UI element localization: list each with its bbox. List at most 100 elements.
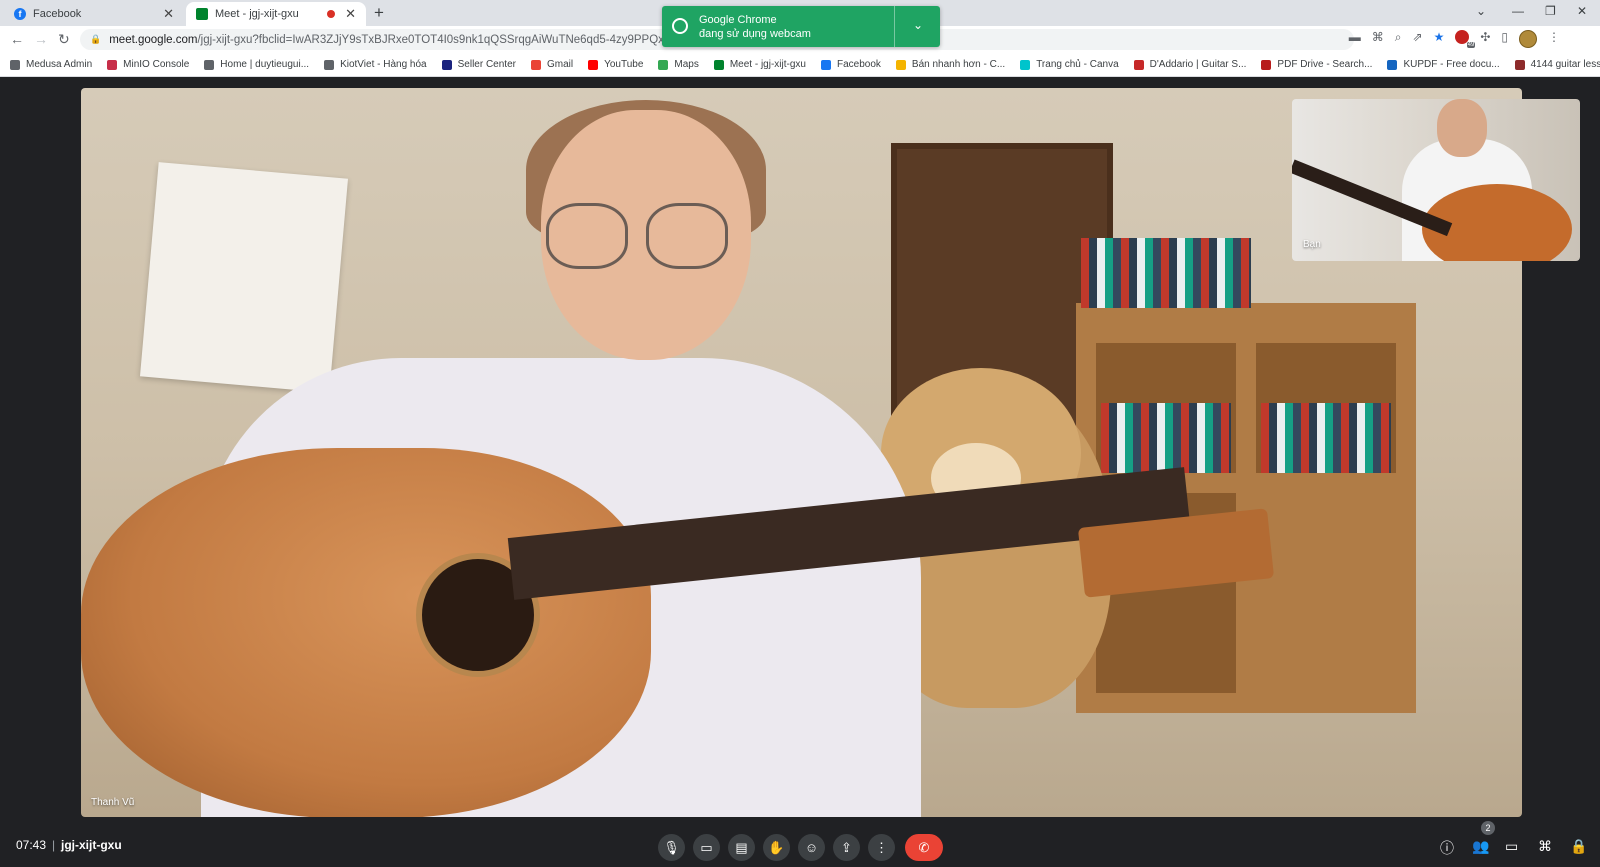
globe-icon (324, 59, 335, 70)
tab-meet[interactable]: Meet - jgj-xijt-gxu ✕ (186, 2, 366, 26)
canva-icon (1020, 59, 1031, 70)
close-icon[interactable]: ✕ (345, 6, 356, 22)
self-view-tile[interactable]: Bạn (1292, 99, 1580, 261)
facebook-icon (820, 59, 831, 70)
bookmark-label: Gmail (546, 59, 574, 70)
camera-icon: ▭ (700, 839, 713, 855)
pdf-icon (1261, 59, 1272, 70)
bookmark-label: Seller Center (457, 59, 516, 70)
meeting-controls-bar: 07:43 | jgj-xijt-gxu 🎙 ▭ ▤ ✋ ☺ ⇪ ⋮ ✆ ⓘ 👥 ▭ ⌘ 🔒 (0, 826, 1600, 867)
participant-name-label: Thanh Vũ (91, 797, 135, 808)
tab-facebook[interactable]: f Facebook ✕ (4, 2, 184, 26)
close-window-button[interactable]: ✕ (1577, 4, 1587, 18)
forward-icon[interactable]: → (34, 31, 48, 47)
back-icon[interactable]: ← (10, 31, 24, 47)
wall-calendar (139, 162, 349, 393)
separator: | (52, 838, 56, 852)
bookmark-item[interactable]: KUPDF - Free docu... (1387, 59, 1500, 70)
minimize-button[interactable]: — (1512, 4, 1524, 18)
end-call-icon: ✆ (918, 839, 930, 855)
more-vert-icon: ⋮ (875, 839, 888, 855)
bookmark-item[interactable]: PDF Drive - Search... (1261, 59, 1372, 70)
chevron-down-icon[interactable]: ⌄ (913, 18, 923, 32)
bookmark-item[interactable]: D'Addario | Guitar S... (1133, 59, 1247, 70)
bookmark-label: Bán nhanh hơn - C... (911, 59, 1006, 70)
bookmark-item[interactable]: YouTube (588, 59, 643, 70)
bookmarks-bar: Medusa Admin MinIO Console Home | duytieug… (0, 53, 1600, 77)
present-button[interactable]: ⇪ (833, 834, 860, 861)
globe-icon (10, 59, 20, 70)
divider (894, 6, 895, 47)
books (1081, 238, 1251, 308)
host-controls-icon[interactable]: 🔒 (1570, 838, 1587, 855)
captions-button[interactable]: ▤ (728, 834, 755, 861)
activities-icon[interactable]: ⌘ (1538, 838, 1552, 855)
bookmark-star-icon[interactable]: ★ (1434, 30, 1445, 48)
end-call-button[interactable]: ✆ (905, 834, 943, 861)
hand-icon: ✋ (768, 839, 785, 855)
bookmark-item[interactable]: MinIO Console (107, 59, 189, 70)
bookmark-item[interactable]: 4144 guitar lessons:... (1514, 59, 1600, 70)
shop-icon (895, 59, 906, 70)
extension-icon[interactable]: 49 (1455, 30, 1476, 48)
menu-icon[interactable]: ⋮ (1548, 30, 1560, 48)
bookmark-item[interactable]: Maps (658, 59, 699, 70)
zoom-icon[interactable]: ⌕ (1395, 30, 1402, 48)
people-icon[interactable]: 👥 (1472, 838, 1489, 855)
bookmark-label: D'Addario | Guitar S... (1149, 59, 1247, 70)
bookmark-label: 4144 guitar lessons:... (1530, 59, 1600, 70)
new-tab-button[interactable]: + (374, 3, 384, 23)
guitar-body (81, 448, 651, 817)
meet-icon (196, 8, 208, 20)
share-icon[interactable]: ⇗ (1413, 30, 1423, 48)
url-text: meet.google.com/jgj-xijt-gxu?fbclid=IwAR… (109, 33, 725, 46)
notification-title: Google Chrome (699, 14, 777, 26)
bookmark-item[interactable]: Bán nhanh hơn - C... (895, 59, 1006, 70)
extensions-puzzle-icon[interactable]: ✣ (1480, 30, 1490, 48)
chat-icon[interactable]: ▭ (1505, 838, 1518, 855)
bookmark-item[interactable]: Seller Center (441, 59, 516, 70)
raise-hand-button[interactable]: ✋ (763, 834, 790, 861)
more-options-button[interactable]: ⋮ (868, 834, 895, 861)
bookmark-item[interactable]: Trang chủ - Canva (1020, 59, 1119, 70)
translate-icon[interactable]: ⌘ (1372, 30, 1384, 48)
bookmark-item[interactable]: Meet - jgj-xijt-gxu (713, 59, 806, 70)
close-icon[interactable]: ✕ (163, 6, 174, 22)
meet-icon (713, 59, 724, 70)
tab-search-icon[interactable]: ⌄ (1476, 4, 1486, 18)
meeting-clock: 07:43 (16, 838, 47, 852)
webcam-icon (672, 18, 688, 34)
bookmark-item[interactable]: Home | duytieugui... (204, 59, 309, 70)
camera-in-use-icon[interactable]: ▬ (1349, 30, 1361, 48)
restore-button[interactable]: ❐ (1545, 4, 1556, 18)
bookmark-label: Maps (674, 59, 699, 70)
youtube-icon (588, 59, 599, 70)
meeting-info-icon[interactable]: ⓘ (1440, 838, 1454, 858)
participant-count-badge: 2 (1481, 821, 1495, 835)
avatar[interactable] (1519, 30, 1537, 48)
seller-icon (441, 59, 452, 70)
meeting-code: jgj-xijt-gxu (61, 838, 122, 852)
bookmark-label: Meet - jgj-xijt-gxu (729, 59, 806, 70)
bookmark-item[interactable]: Medusa Admin (10, 59, 92, 70)
bookmark-item[interactable]: Facebook (820, 59, 881, 70)
bookmark-label: Home | duytieugui... (220, 59, 310, 70)
bookmark-label: Facebook (836, 59, 881, 70)
emoji-icon: ☺ (804, 840, 819, 855)
bookmark-label: KiotViet - Hàng hóa (340, 59, 427, 70)
reload-icon[interactable]: ↻ (58, 31, 70, 48)
maps-icon (658, 59, 669, 70)
bookmark-item[interactable]: KiotViet - Hàng hóa (324, 59, 427, 70)
present-icon: ⇪ (841, 839, 852, 855)
camera-button[interactable]: ▭ (693, 834, 720, 861)
bookmark-label: MinIO Console (123, 59, 190, 70)
lock-icon: 🔒 (90, 34, 102, 44)
bookmark-item[interactable]: Gmail (530, 59, 574, 70)
mic-button[interactable]: 🎙 (658, 834, 685, 861)
glasses (546, 203, 736, 273)
reactions-button[interactable]: ☺ (798, 834, 825, 861)
daddario-icon (1133, 59, 1144, 70)
side-panel-icon[interactable]: ▯ (1501, 30, 1508, 48)
webcam-notification[interactable]: Google Chrome đang sử dụng webcam ⌄ (662, 6, 940, 47)
tab-title: Facebook (33, 8, 82, 20)
